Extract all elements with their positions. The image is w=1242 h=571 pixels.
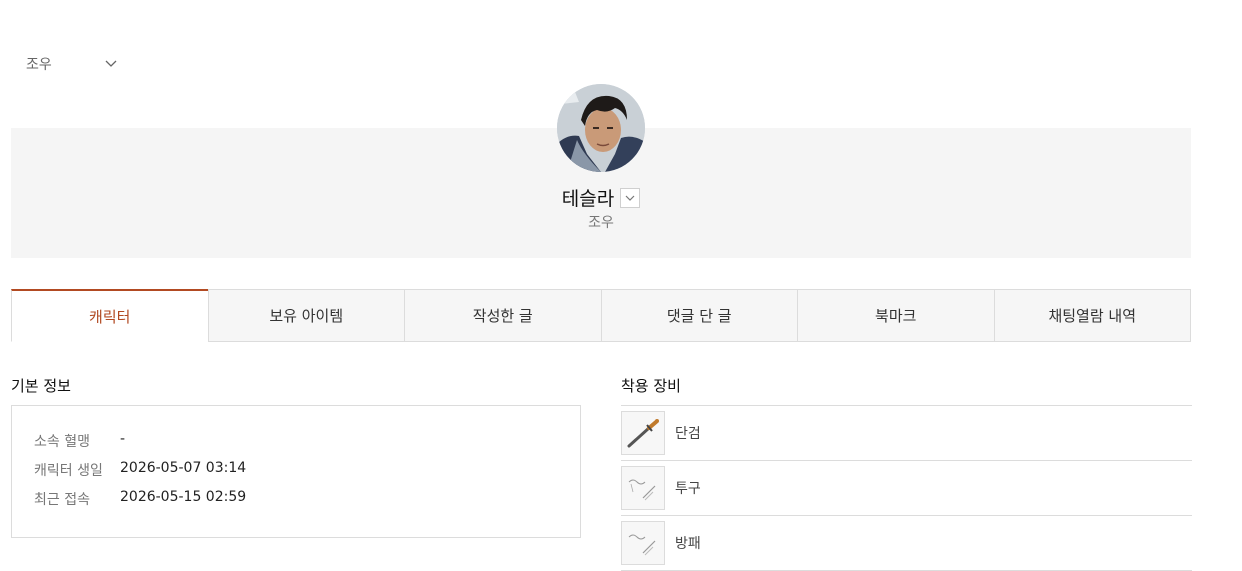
- tab-commented-posts[interactable]: 댓글 단 글: [600, 290, 798, 341]
- avatar: [557, 84, 645, 172]
- equipment-name: 투구: [675, 481, 701, 497]
- tab-character[interactable]: 캐릭터: [11, 289, 208, 342]
- equipment-item[interactable]: 방패: [621, 516, 1192, 571]
- info-value: 2026-05-15 02:59: [120, 489, 247, 505]
- equipment-name: 방패: [675, 536, 701, 552]
- tab-label: 캐릭터: [89, 307, 131, 326]
- tab-label: 북마크: [875, 307, 917, 325]
- info-row-last-login: 최근 접속 2026-05-15 02:59: [34, 489, 246, 509]
- info-row-clan: 소속 혈맹 -: [34, 431, 125, 451]
- dagger-icon: [621, 411, 665, 455]
- equipment-item[interactable]: 단검: [621, 406, 1192, 461]
- character-dropdown-button[interactable]: [620, 187, 641, 208]
- tab-label: 댓글 단 글: [666, 307, 732, 325]
- server-select-value: 조우: [26, 57, 52, 73]
- character-name-row: 테슬라: [0, 184, 1202, 211]
- chevron-down-icon: [625, 195, 635, 201]
- info-label: 최근 접속: [34, 492, 90, 508]
- basic-info-box: 소속 혈맹 - 캐릭터 생일 2026-05-07 03:14 최근 접속 20…: [11, 405, 581, 538]
- tab-chat-history[interactable]: 채팅열람 내역: [993, 290, 1191, 341]
- character-class: 조우: [588, 215, 614, 231]
- placeholder-icon: [621, 466, 665, 510]
- info-row-birthday: 캐릭터 생일 2026-05-07 03:14: [34, 460, 246, 480]
- tab-written-posts[interactable]: 작성한 글: [404, 290, 601, 341]
- profile-tabs: 캐릭터 보유 아이템 작성한 글 댓글 단 글 북마크 채팅열람 내역: [11, 289, 1191, 342]
- info-value: 2026-05-07 03:14: [120, 460, 247, 476]
- info-label: 캐릭터 생일: [34, 463, 103, 479]
- info-label: 소속 혈맹: [34, 434, 90, 450]
- tab-owned-items[interactable]: 보유 아이템: [207, 290, 405, 341]
- basic-info-title: 기본 정보: [11, 377, 71, 395]
- chevron-down-icon: [104, 56, 118, 70]
- character-name: 테슬라: [561, 188, 615, 210]
- equipment-name: 단검: [675, 426, 701, 442]
- server-select[interactable]: 조우: [26, 52, 126, 76]
- tab-label: 작성한 글: [472, 307, 533, 325]
- equipment-item[interactable]: 투구: [621, 461, 1192, 516]
- info-value: -: [120, 431, 126, 447]
- placeholder-icon: [621, 521, 665, 565]
- tab-bookmarks[interactable]: 북마크: [797, 290, 994, 341]
- equipment-title: 착용 장비: [621, 377, 681, 395]
- tab-label: 보유 아이템: [269, 307, 344, 325]
- tab-label: 채팅열람 내역: [1048, 307, 1137, 325]
- equipment-list: 단검 투구 방패: [621, 405, 1192, 571]
